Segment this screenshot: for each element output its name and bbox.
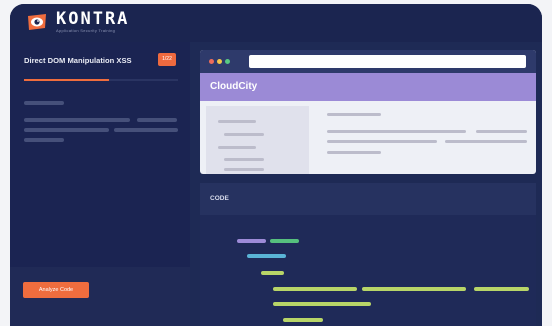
- placeholder-text-line: [327, 113, 381, 116]
- code-editor[interactable]: [200, 215, 536, 326]
- preview-sidebar: [206, 106, 309, 174]
- lesson-step-badge: 1/22: [158, 53, 176, 66]
- brand-name: KONTRA: [56, 9, 130, 29]
- placeholder-text-line: [24, 101, 64, 105]
- code-token: [261, 271, 284, 275]
- code-token: [273, 302, 371, 306]
- placeholder-text-line: [327, 140, 437, 143]
- workspace: CloudCity CODE: [200, 50, 536, 326]
- code-token: [273, 287, 357, 291]
- code-token: [237, 239, 266, 243]
- code-token: [474, 287, 529, 291]
- brand-logo: KONTRA Application Security Training: [26, 11, 129, 33]
- placeholder-text-line: [224, 158, 264, 161]
- lesson-progress-fill: [24, 79, 109, 81]
- placeholder-text-line: [114, 128, 178, 132]
- code-token: [270, 239, 299, 243]
- lesson-progress-bar: [24, 79, 178, 81]
- placeholder-text-line: [327, 130, 466, 133]
- eye-logo-icon: [26, 12, 48, 32]
- placeholder-text-line: [24, 138, 64, 142]
- placeholder-text-line: [224, 168, 264, 171]
- analyze-code-button[interactable]: Analyze Code: [23, 282, 89, 298]
- lesson-panel: Direct DOM Manipulation XSS 1/22 Analyze…: [10, 42, 190, 326]
- code-panel-header: CODE: [200, 183, 536, 215]
- app-window: KONTRA Application Security Training Dir…: [10, 4, 542, 326]
- placeholder-text-line: [476, 130, 527, 133]
- window-minimize-dot[interactable]: [217, 59, 222, 64]
- code-token: [362, 287, 466, 291]
- placeholder-text-line: [137, 118, 177, 122]
- window-maximize-dot[interactable]: [225, 59, 230, 64]
- placeholder-text-line: [218, 120, 256, 123]
- app-preview-browser: CloudCity: [200, 50, 536, 174]
- placeholder-text-line: [224, 133, 264, 136]
- placeholder-text-line: [24, 118, 130, 122]
- preview-app-title: CloudCity: [210, 81, 258, 92]
- brand-tagline: Application Security Training: [56, 28, 116, 33]
- placeholder-text-line: [327, 151, 381, 154]
- placeholder-text-line: [24, 128, 109, 132]
- window-close-dot[interactable]: [209, 59, 214, 64]
- browser-toolbar: [200, 50, 536, 73]
- placeholder-text-line: [218, 146, 256, 149]
- address-bar[interactable]: [249, 55, 526, 68]
- top-bar: KONTRA Application Security Training: [10, 4, 542, 42]
- code-token: [247, 254, 286, 258]
- code-panel-label: CODE: [210, 195, 229, 202]
- placeholder-text-line: [445, 140, 527, 143]
- lesson-title: Direct DOM Manipulation XSS: [24, 56, 132, 65]
- code-token: [283, 318, 323, 322]
- preview-app-header: CloudCity: [200, 73, 536, 101]
